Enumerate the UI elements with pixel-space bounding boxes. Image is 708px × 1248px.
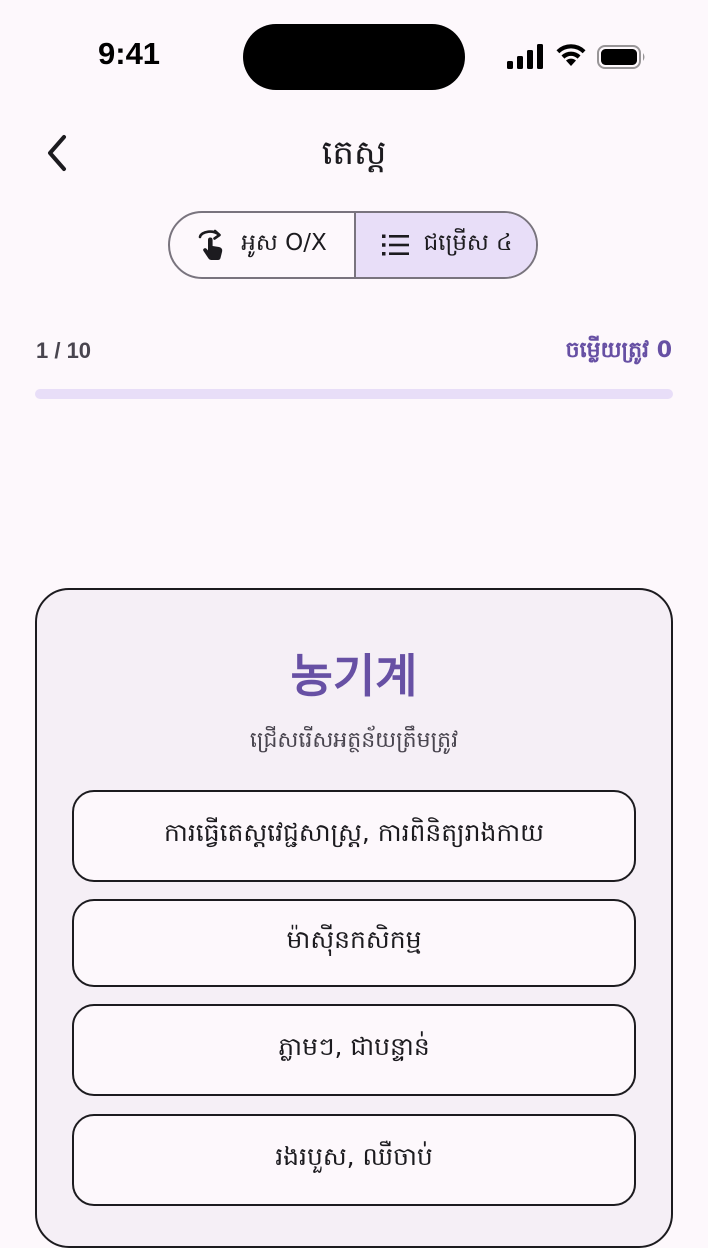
choice-mode-button[interactable]: ជម្រើស ៤	[356, 213, 536, 277]
page-title: តេស្ត	[321, 133, 387, 173]
question-instruction: ជ្រើសរើសអត្ថន័យត្រឹមត្រូវ	[249, 728, 459, 753]
progress-bar	[35, 389, 673, 399]
dynamic-island	[243, 24, 465, 90]
answer-option-3[interactable]: ភ្លាមៗ, ជាបន្ទាន់	[72, 1004, 636, 1096]
status-time: 9:41	[98, 36, 161, 71]
swipe-gesture-icon	[198, 229, 223, 260]
swipe-mode-label: អូស O/X	[241, 229, 327, 256]
choice-mode-label: ជម្រើស ៤	[423, 229, 513, 256]
answer-option-4[interactable]: រងរបួស, ឈឺចាប់	[72, 1114, 636, 1206]
swipe-mode-button[interactable]: អូស O/X	[170, 213, 356, 277]
mode-toggle: អូស O/X ជម្រើស ៤	[168, 211, 538, 279]
question-word: 농기계	[290, 649, 418, 703]
answer-option-2[interactable]: ម៉ាស៊ីនកសិកម្ម	[72, 899, 636, 987]
battery-icon	[597, 45, 645, 69]
progress-count: 1 / 10	[36, 338, 92, 363]
cellular-signal-icon	[507, 44, 543, 69]
list-icon	[381, 234, 409, 256]
question-card: 농기계 ជ្រើសរើសអត្ថន័យត្រឹមត្រូវ ការធ្វើតេស…	[35, 588, 673, 1248]
correct-count: ចម្លើយត្រូវ 0	[565, 338, 672, 363]
answer-option-1[interactable]: ការធ្វើតេស្តវេជ្ជសាស្ត្រ, ការពិនិត្យរាងក…	[72, 790, 636, 882]
status-bar: 9:41	[0, 0, 708, 110]
wifi-icon	[556, 44, 586, 66]
